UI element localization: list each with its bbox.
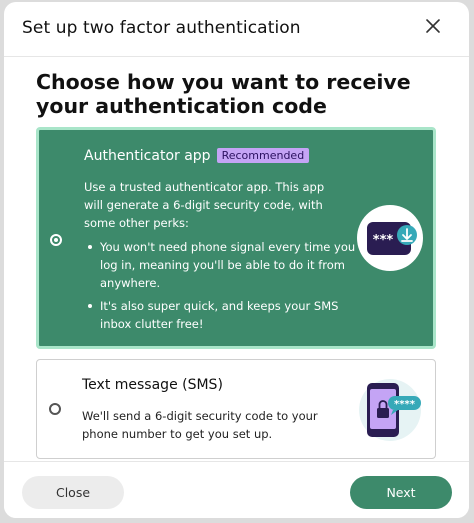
option-authenticator-app[interactable]: Authenticator app Recommended Use a trust… (36, 127, 436, 349)
radio-sms[interactable] (49, 403, 61, 415)
next-button[interactable]: Next (350, 476, 452, 509)
perk-item: You won't need phone signal every time y… (84, 238, 356, 292)
recommended-badge: Recommended (216, 148, 310, 163)
page-heading: Choose how you want to receive your auth… (36, 70, 411, 118)
close-button[interactable]: Close (22, 476, 124, 509)
modal-title: Set up two factor authentication (22, 18, 301, 38)
perk-item: It's also super quick, and keeps your SM… (84, 297, 356, 333)
option-sms[interactable]: Text message (SMS) We'll send a 6-digit … (36, 359, 436, 459)
option-description: Use a trusted authenticator app. This ap… (84, 180, 325, 230)
code-glyph: *** (373, 233, 394, 248)
option-title: Authenticator app Recommended (84, 148, 310, 164)
modal-header: Set up two factor authentication (4, 2, 469, 57)
sms-phone-icon: **** (359, 379, 421, 441)
code-glyph: **** (394, 399, 416, 410)
option-title-text: Authenticator app (84, 148, 211, 164)
authenticator-app-icon: *** (357, 205, 423, 271)
two-factor-modal: Set up two factor authentication Choose … (4, 2, 469, 518)
perk-list: You won't need phone signal every time y… (84, 238, 356, 338)
close-icon[interactable] (421, 14, 445, 38)
option-title: Text message (SMS) (82, 377, 223, 393)
modal-footer: Close Next (4, 461, 469, 518)
option-description: We'll send a 6-digit security code to yo… (82, 409, 318, 441)
radio-authenticator-app[interactable] (50, 234, 62, 246)
